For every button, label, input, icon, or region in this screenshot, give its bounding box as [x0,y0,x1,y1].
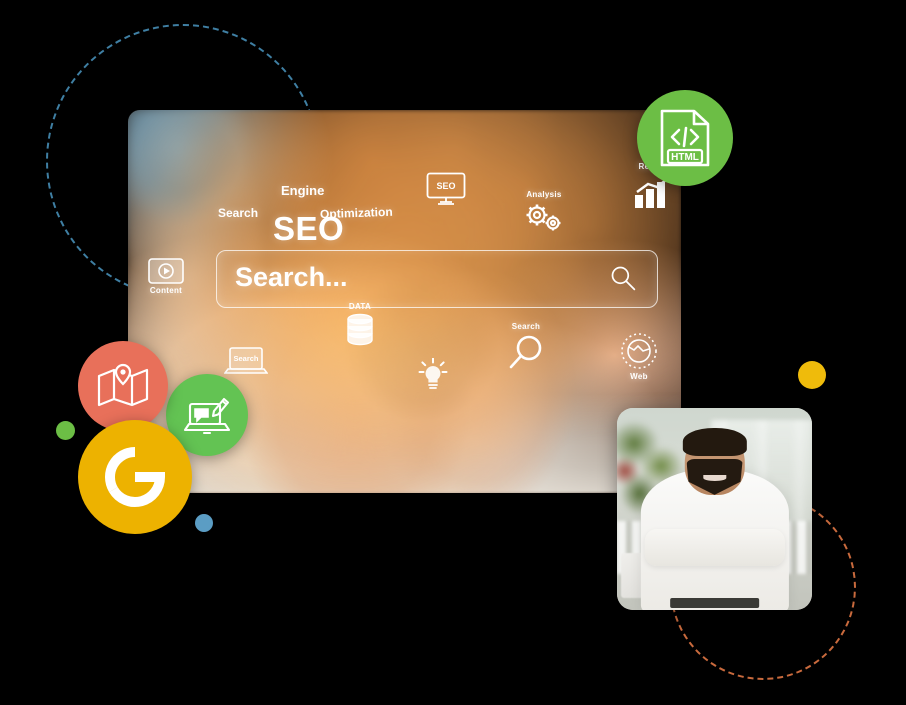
hero-illustration-stage: Search Engine Optimization SEO Search... [0,0,906,705]
team-member-portrait [617,408,812,610]
decor-dot-blue [195,514,213,532]
hud-item-idea [416,358,450,394]
hud-item-content: Content [148,258,184,295]
hud-item-laptop-search: Search [224,346,268,378]
google-g-icon [105,447,166,507]
laptop-pencil-icon [183,397,231,435]
hero-search-input-value: Search... [235,262,348,292]
gears-icon [526,204,561,231]
database-icon [347,313,373,346]
decor-dot-green [56,421,75,440]
keyword-search: Search [218,206,259,220]
badge-html[interactable]: HTML [637,90,733,186]
hud-item-search: Search [508,322,544,371]
svg-text:SEO: SEO [436,181,455,191]
hud-item-web: Web [620,332,658,381]
badge-local-seo[interactable] [78,341,168,431]
hud-label-content: Content [149,286,183,295]
keyword-engine: Engine [281,183,325,198]
portrait-belt [669,597,760,608]
badge-google[interactable] [78,420,192,534]
magnifier-icon [509,335,542,369]
laptop-search-icon: Search [224,347,268,374]
hud-label-web: Web [630,372,648,381]
portrait-crossed-arms [644,529,785,566]
html-file-icon: HTML [660,109,710,167]
hud-item-data: DATA [344,302,376,347]
hud-item-seo-monitor: SEO [426,172,466,206]
badge-html-label: HTML [671,152,699,163]
hud-item-analysis: Analysis [524,190,564,233]
magnifier-icon[interactable] [609,264,637,292]
keyword-seo-headline: SEO [273,210,345,247]
decor-dot-yellow [798,361,826,389]
lightbulb-icon [418,358,448,389]
portrait-hair [682,428,747,457]
hero-search-input[interactable]: Search... [216,250,658,308]
svg-text:Search: Search [233,354,258,363]
hud-label-data: DATA [348,302,372,311]
map-pin-icon [97,363,149,407]
video-play-icon [148,258,184,284]
seo-monitor-icon: SEO [426,172,466,205]
hud-label-search: Search [511,322,541,331]
globe-icon [621,333,657,369]
hud-label-analysis: Analysis [526,190,562,199]
